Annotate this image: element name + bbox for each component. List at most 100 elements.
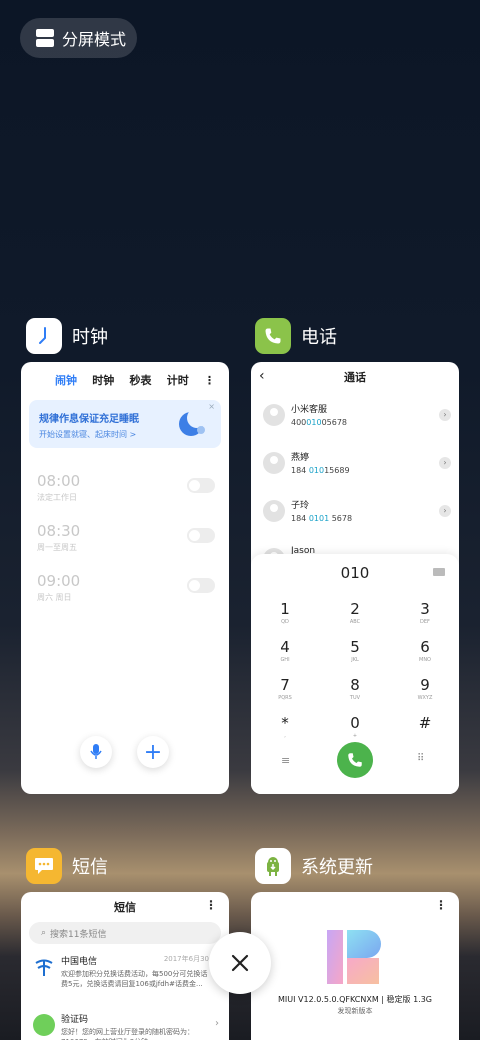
split-screen-button[interactable]: 分屏模式 (20, 18, 137, 58)
contact-item[interactable]: 子玲 184 0101 5678 › (251, 488, 459, 536)
update-app-icon (255, 848, 291, 884)
tab-alarm[interactable]: 闹钟 (55, 372, 77, 388)
dial-key[interactable]: 3 DEF (395, 600, 455, 625)
avatar (263, 404, 285, 426)
message-preview: 欢迎参加积分兑换话费活动，每500分可兑换话费5元，兑换话费请回复106或jfd… (61, 970, 208, 988)
tab-timer[interactable]: 计时 (167, 372, 189, 388)
back-icon[interactable]: ‹ (259, 368, 265, 384)
dial-key-digit: 1 (280, 600, 290, 618)
dial-key-letters: MNO (419, 657, 431, 663)
voice-button[interactable] (80, 736, 112, 768)
dial-key-digit: 8 (350, 676, 360, 694)
sms-title: 短信 (114, 901, 136, 914)
phone-icon (348, 753, 362, 767)
alarm-toggle[interactable] (187, 478, 215, 493)
dial-key-letters: DEF (420, 619, 430, 625)
search-icon: ⌕ (41, 928, 47, 938)
phone-app-header[interactable]: 电话 (255, 318, 337, 354)
more-icon[interactable]: ⋮ (205, 898, 217, 912)
dial-key-digit: 4 (280, 638, 290, 656)
contact-name: 子玲 (291, 501, 310, 511)
backspace-icon[interactable] (433, 568, 445, 576)
dial-key[interactable]: 5 JKL (325, 638, 385, 663)
dial-key-letters: , (284, 733, 286, 739)
tab-stopwatch[interactable]: 秒表 (130, 372, 152, 388)
alarm-item[interactable]: 08:30 周一至周五 (37, 498, 229, 552)
dial-key[interactable]: 9 WXYZ (395, 676, 455, 701)
sms-app-card[interactable]: 短信 ⋮ ⌕ 搜索11条短信 中国电信 2017年6月30 欢迎参加积分兑换话费… (21, 892, 229, 1040)
alarm-toggle[interactable] (187, 578, 215, 593)
split-screen-label: 分屏模式 (62, 30, 127, 49)
dial-key[interactable]: 4 GHI (255, 638, 315, 663)
tab-clock[interactable]: 时钟 (92, 372, 114, 388)
update-status: 发现新版本 (337, 1007, 373, 1015)
dial-key[interactable]: 8 TUV (325, 676, 385, 701)
update-app-header[interactable]: 系统更新 (255, 848, 373, 884)
message-item[interactable]: 验证码 您好！您的网上营业厅登录的随机密码为：710679，有效时间为3分钟 › (21, 1002, 229, 1040)
banner-close-icon[interactable]: × (208, 402, 215, 411)
more-icon[interactable]: ⋮ (204, 374, 215, 387)
dial-key-digit: 3 (420, 600, 430, 618)
contact-item[interactable]: 燕婷 184 01015689 › (251, 440, 459, 488)
dial-key[interactable]: # (395, 714, 455, 733)
clock-app-card[interactable]: 闹钟 时钟 秒表 计时 ⋮ 规律作息保证充足睡眠 开始设置就寝、起床时间 > ×… (21, 362, 229, 794)
search-placeholder: 搜索11条短信 (50, 929, 107, 940)
clock-app-header[interactable]: 时钟 (26, 318, 108, 354)
chevron-right-icon[interactable]: › (439, 457, 451, 469)
version-text: MIUI V12.0.5.0.QFKCNXM | 稳定版 1.3G (277, 995, 433, 1004)
mic-icon (90, 744, 102, 759)
dial-key-letters: PQRS (278, 695, 292, 701)
dial-key[interactable]: 7 PQRS (255, 676, 315, 701)
alarm-item[interactable]: 08:00 法定工作日 (37, 448, 229, 502)
dial-key-digit: 7 (280, 676, 290, 694)
dial-key-digit: # (418, 714, 432, 732)
close-icon (231, 954, 249, 972)
more-icon[interactable]: ⋮ (435, 898, 447, 912)
alarm-toggle[interactable] (187, 528, 215, 543)
phone-app-icon (255, 318, 291, 354)
sms-header: 短信 ⋮ (21, 892, 229, 922)
chevron-right-icon[interactable]: › (439, 505, 451, 517)
contact-name: 燕婷 (291, 453, 310, 463)
dial-key-digit: 9 (420, 676, 430, 694)
phone-title: 通话 (344, 371, 366, 384)
phone-app-card[interactable]: ‹ 通话 小米客服 40001005678 › 燕婷 184 01015689 … (251, 362, 459, 794)
sleep-banner[interactable]: 规律作息保证充足睡眠 开始设置就寝、起床时间 > × (29, 400, 221, 448)
alarm-item[interactable]: 09:00 周六 周日 (37, 548, 229, 602)
dial-key[interactable]: 2 ABC (325, 600, 385, 625)
miui12-logo (327, 930, 381, 984)
dial-key[interactable]: *, (255, 714, 315, 739)
clock-tabs: 闹钟 时钟 秒表 计时 ⋮ (21, 364, 229, 396)
add-alarm-button[interactable]: + (137, 736, 169, 768)
dial-key-letters: TUV (349, 695, 361, 701)
message-item[interactable]: 中国电信 2017年6月30 欢迎参加积分兑换话费活动，每500分可兑换话费5元… (21, 944, 229, 1002)
dial-input[interactable]: 010 (251, 564, 459, 582)
clock-app-icon (26, 318, 62, 354)
dial-key-digit: 2 (350, 600, 360, 618)
chevron-right-icon[interactable]: › (439, 409, 451, 421)
dial-key-letters: JKL (351, 657, 359, 663)
dial-key[interactable]: 6 MNO (395, 638, 455, 663)
plus-icon: + (143, 739, 163, 765)
dial-key-letters: + (352, 733, 358, 739)
dial-key-letters: GHI (280, 657, 290, 663)
sms-app-header[interactable]: 短信 (26, 848, 108, 884)
contact-item[interactable]: 小米客服 40001005678 › (251, 392, 459, 440)
dial-key-digit: * (281, 714, 289, 732)
china-telecom-logo (35, 959, 53, 976)
message-preview: 您好！您的网上营业厅登录的随机密码为：710679，有效时间为3分钟 (61, 1028, 194, 1040)
dial-key-letters: ABC (349, 619, 361, 625)
contact-number: 184 0101 5678 (291, 514, 353, 523)
update-app-card[interactable]: ⋮ MIUI V12.0.5.0.QFKCNXM | 稳定版 1.3G 发现新版… (251, 892, 459, 1040)
moon-icon (179, 408, 207, 436)
sms-app-icon (26, 848, 62, 884)
contact-name: 小米客服 (291, 405, 328, 415)
dial-key[interactable]: 0 + (325, 714, 385, 739)
sms-search-input[interactable]: ⌕ 搜索11条短信 (29, 922, 221, 944)
chevron-right-icon: › (215, 1018, 219, 1029)
clear-all-button[interactable] (209, 932, 271, 994)
call-button[interactable] (337, 742, 373, 778)
menu-icon[interactable]: ≡ (281, 754, 290, 767)
keypad-icon[interactable]: ⠿ (417, 753, 424, 764)
dial-key[interactable]: 1 QD (255, 600, 315, 625)
